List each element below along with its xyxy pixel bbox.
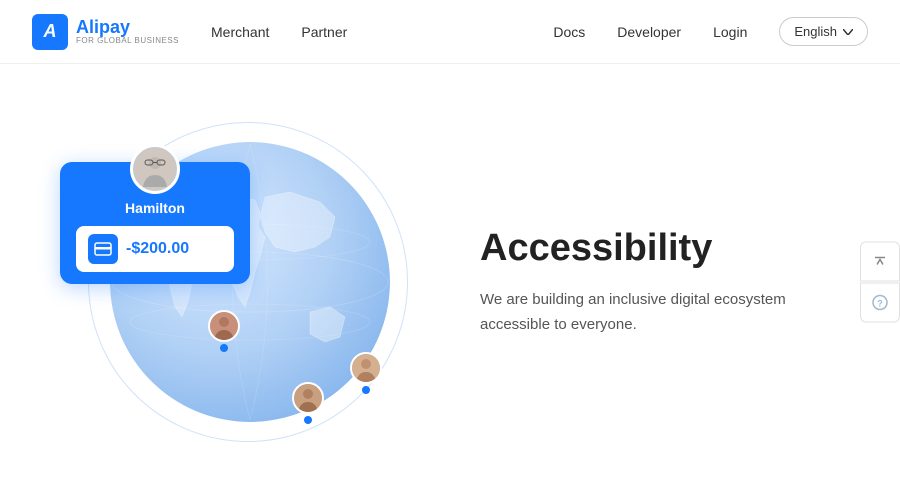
user-card: Hamilton -$200.00 <box>60 162 250 284</box>
user-amount: -$200.00 <box>126 240 189 258</box>
svg-text:?: ? <box>877 299 883 309</box>
nav-developer[interactable]: Developer <box>617 24 681 40</box>
text-section: Accessibility We are building an inclusi… <box>420 227 840 338</box>
logo-text-block: Alipay FOR GLOBAL BUSINESS <box>76 18 179 46</box>
avatar-image <box>135 149 175 189</box>
pin-avatar-2 <box>292 382 324 414</box>
logo-icon: A <box>32 14 68 50</box>
pin-user-1 <box>210 312 238 340</box>
globe-section: Hamilton -$200.00 <box>60 132 420 432</box>
side-buttons: ? <box>860 242 900 323</box>
pin-dot-2 <box>304 416 312 424</box>
map-pin-2 <box>292 382 324 424</box>
navbar: A Alipay FOR GLOBAL BUSINESS Merchant Pa… <box>0 0 900 64</box>
user-avatar <box>130 144 180 194</box>
user-amount-row: -$200.00 <box>76 226 234 272</box>
logo-symbol: A <box>44 21 57 42</box>
nav-partner[interactable]: Partner <box>301 24 347 40</box>
nav-right: Docs Developer Login English <box>553 17 868 46</box>
scroll-top-button[interactable] <box>860 242 900 282</box>
help-icon: ? <box>872 295 888 311</box>
logo-subtitle: FOR GLOBAL BUSINESS <box>76 37 179 45</box>
card-icon <box>94 240 112 258</box>
pin-user-3 <box>352 354 380 382</box>
pin-avatar-3 <box>350 352 382 384</box>
pin-avatar-1 <box>208 310 240 342</box>
section-title: Accessibility <box>480 227 840 270</box>
help-button[interactable]: ? <box>860 283 900 323</box>
nav-merchant[interactable]: Merchant <box>211 24 269 40</box>
map-pin-3 <box>350 352 382 394</box>
language-label: English <box>794 24 837 39</box>
user-name: Hamilton <box>125 200 185 216</box>
language-selector[interactable]: English <box>779 17 868 46</box>
pin-dot-3 <box>362 386 370 394</box>
nav-docs[interactable]: Docs <box>553 24 585 40</box>
logo[interactable]: A Alipay FOR GLOBAL BUSINESS <box>32 14 179 50</box>
nav-login[interactable]: Login <box>713 24 747 40</box>
payment-icon <box>88 234 118 264</box>
scroll-top-icon <box>873 255 887 269</box>
pin-dot-1 <box>220 344 228 352</box>
section-description: We are building an inclusive digital eco… <box>480 288 820 338</box>
map-pin-1 <box>208 310 240 352</box>
pin-user-2 <box>294 384 322 412</box>
chevron-down-icon <box>843 29 853 35</box>
nav-left: A Alipay FOR GLOBAL BUSINESS Merchant Pa… <box>32 14 347 50</box>
main-content: Hamilton -$200.00 <box>0 64 900 500</box>
logo-name: Alipay <box>76 18 179 38</box>
